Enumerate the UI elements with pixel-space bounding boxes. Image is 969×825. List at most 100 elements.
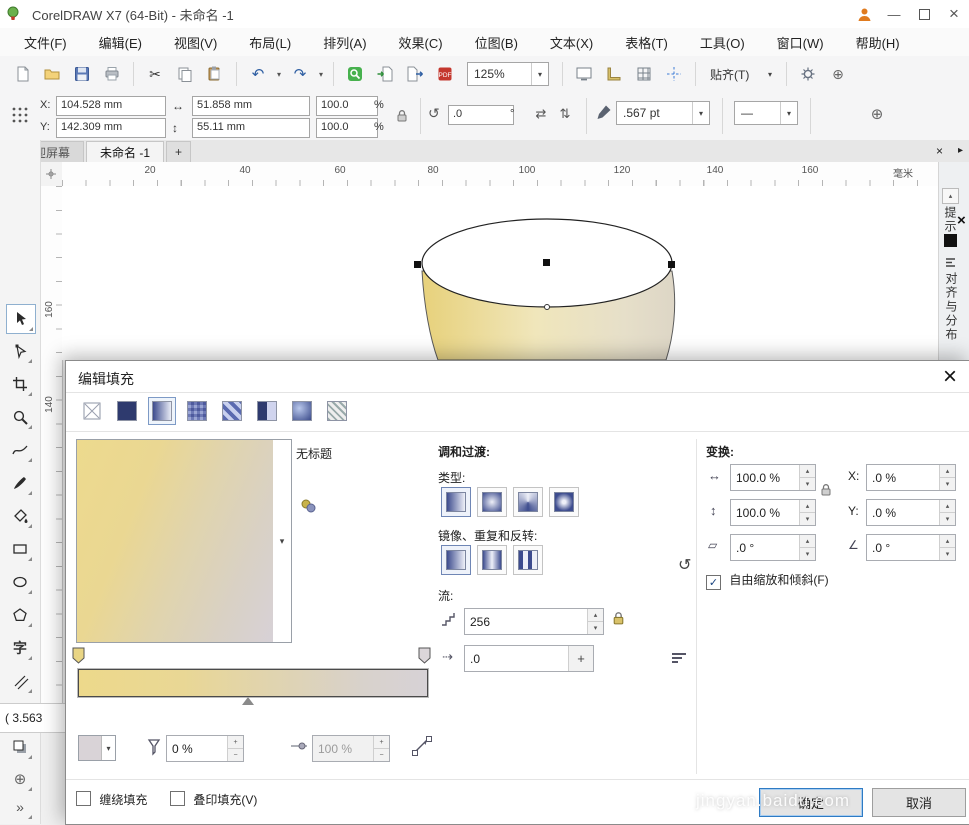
show-grid-icon[interactable]	[630, 60, 658, 88]
reverse-fill-icon[interactable]: ↺	[678, 555, 691, 575]
scroll-up-icon[interactable]: ▴	[942, 188, 959, 204]
smart-fill-tool[interactable]	[6, 502, 34, 530]
new-document-tab-button[interactable]: +	[166, 141, 191, 162]
zoom-level-select[interactable]: 125% ▾	[467, 62, 549, 86]
steps-lock-icon[interactable]	[612, 611, 625, 626]
fill-preview[interactable]	[76, 439, 275, 643]
elliptical-fountain-icon[interactable]	[477, 487, 507, 517]
transform-height-field[interactable]: 100.0 % ▴▾	[730, 499, 816, 526]
tab-scroll-right-icon[interactable]: ▸	[958, 145, 963, 156]
quick-customize-icon[interactable]: ⊕	[824, 60, 852, 88]
vector-pattern-fill-icon[interactable]	[183, 397, 211, 425]
line-style-select[interactable]: — ▾	[734, 101, 798, 125]
repeat-default-icon[interactable]	[441, 545, 471, 575]
overprint-fill-checkbox-box[interactable]	[170, 791, 185, 806]
quick-customize-icon[interactable]: ⊕	[6, 765, 34, 793]
tab-close-icon[interactable]: ×	[936, 144, 943, 158]
undo-dropdown-icon[interactable]: ▾	[274, 70, 284, 79]
quick-customize-icon[interactable]: ⊕	[866, 103, 888, 125]
rectangle-tool[interactable]	[6, 535, 34, 563]
redo-icon[interactable]: ↷	[286, 60, 314, 88]
gradient-bar[interactable]	[78, 669, 428, 697]
two-color-pattern-fill-icon[interactable]	[253, 397, 281, 425]
menu-item-window[interactable]: 窗口(W)	[761, 28, 840, 56]
menu-item-arrange[interactable]: 排列(A)	[307, 28, 382, 56]
scale-h-field[interactable]: 100.0	[316, 96, 378, 116]
selection-handle[interactable]	[414, 261, 421, 268]
steps-field[interactable]: 256 ▴▾	[464, 608, 604, 635]
tab-untitled-document[interactable]: 未命名 -1	[86, 141, 164, 162]
minimize-button[interactable]: —	[879, 2, 909, 26]
fill-vector-icon[interactable]	[410, 733, 434, 757]
fountain-fill-icon[interactable]	[148, 397, 176, 425]
menu-item-file[interactable]: 文件(F)	[8, 28, 83, 56]
x-position-field[interactable]: 104.528 mm	[56, 96, 166, 116]
open-icon[interactable]	[38, 60, 66, 88]
gradient-stop-end[interactable]	[418, 647, 431, 664]
rectangular-fountain-icon[interactable]	[549, 487, 579, 517]
new-document-icon[interactable]	[8, 60, 36, 88]
node-transparency-field[interactable]: 0 % +−	[166, 735, 244, 762]
bitmap-pattern-fill-icon[interactable]	[218, 397, 246, 425]
wrap-fill-checkbox[interactable]: 缠绕填充	[76, 791, 147, 808]
redo-dropdown-icon[interactable]: ▾	[316, 70, 326, 79]
rotation-angle-field[interactable]: .0	[448, 105, 514, 125]
selected-cylinder-shape[interactable]	[62, 186, 938, 360]
horizontal-ruler[interactable]: 20 40 60 80 100 120 140 160 毫米	[62, 162, 938, 187]
docker-tab-align-distribute[interactable]: 对齐与分布	[943, 272, 960, 342]
close-button[interactable]: ×	[939, 2, 969, 26]
ok-button[interactable]: 确定	[759, 788, 863, 817]
snap-to-dropdown[interactable]: 贴齐(T) ▾	[703, 62, 779, 86]
menu-item-help[interactable]: 帮助(H)	[840, 28, 916, 56]
color-harmony-icon[interactable]	[300, 497, 318, 515]
menu-item-view[interactable]: 视图(V)	[158, 28, 233, 56]
object-width-field[interactable]: 51.858 mm	[192, 96, 310, 116]
gradient-midpoint-marker[interactable]	[242, 697, 254, 705]
account-icon[interactable]	[849, 2, 879, 26]
black-color-swatch[interactable]	[944, 234, 957, 247]
object-height-field[interactable]: 55.11 mm	[192, 118, 310, 138]
ellipse-tool[interactable]	[6, 568, 34, 596]
steps-spinner[interactable]: ▴▾	[587, 609, 603, 634]
publish-pdf-icon[interactable]: PDF	[431, 60, 459, 88]
print-icon[interactable]	[98, 60, 126, 88]
scale-lock-icon[interactable]	[392, 102, 412, 130]
shape-tool[interactable]	[6, 337, 34, 365]
menu-item-table[interactable]: 表格(T)	[609, 28, 684, 56]
transform-x-field[interactable]: .0 % ▴▾	[866, 464, 956, 491]
linear-fountain-icon[interactable]	[441, 487, 471, 517]
cut-icon[interactable]: ✂	[141, 60, 169, 88]
ruler-origin-button[interactable]	[40, 162, 63, 187]
menu-item-bitmaps[interactable]: 位图(B)	[459, 28, 534, 56]
conical-fountain-icon[interactable]	[513, 487, 543, 517]
copy-icon[interactable]	[171, 60, 199, 88]
skew-field[interactable]: .0 ° ▴▾	[730, 534, 816, 561]
toolbox-expand-icon[interactable]: »	[6, 793, 34, 821]
zoom-tool[interactable]	[6, 403, 34, 431]
no-fill-icon[interactable]	[78, 397, 106, 425]
parallel-dimension-tool[interactable]	[6, 667, 34, 695]
artistic-media-tool[interactable]	[6, 469, 34, 497]
y-position-field[interactable]: 142.309 mm	[56, 118, 166, 138]
freehand-tool[interactable]	[6, 436, 34, 464]
polygon-tool[interactable]	[6, 601, 34, 629]
options-icon[interactable]	[794, 60, 822, 88]
gradient-stop-start[interactable]	[72, 647, 85, 664]
selection-handle[interactable]	[543, 259, 550, 266]
texture-fill-icon[interactable]	[288, 397, 316, 425]
flip-horizontal-icon[interactable]: ⇄	[530, 103, 552, 125]
fullscreen-preview-icon[interactable]	[570, 60, 598, 88]
overprint-fill-checkbox[interactable]: 叠印填充(V)	[170, 791, 257, 808]
drawing-canvas[interactable]	[62, 186, 938, 360]
node-color-select[interactable]: ▾	[78, 735, 116, 761]
export-icon[interactable]	[401, 60, 429, 88]
show-guidelines-icon[interactable]	[660, 60, 688, 88]
rotate-field[interactable]: .0 ° ▴▾	[866, 534, 956, 561]
menu-item-layout[interactable]: 布局(L)	[233, 28, 307, 56]
transform-lock-icon[interactable]	[820, 483, 832, 497]
maximize-button[interactable]	[909, 2, 939, 26]
text-tool[interactable]: 字	[6, 634, 34, 662]
search-content-icon[interactable]	[341, 60, 369, 88]
smooth-blend-icon[interactable]	[670, 649, 688, 667]
menu-item-tools[interactable]: 工具(O)	[684, 28, 761, 56]
